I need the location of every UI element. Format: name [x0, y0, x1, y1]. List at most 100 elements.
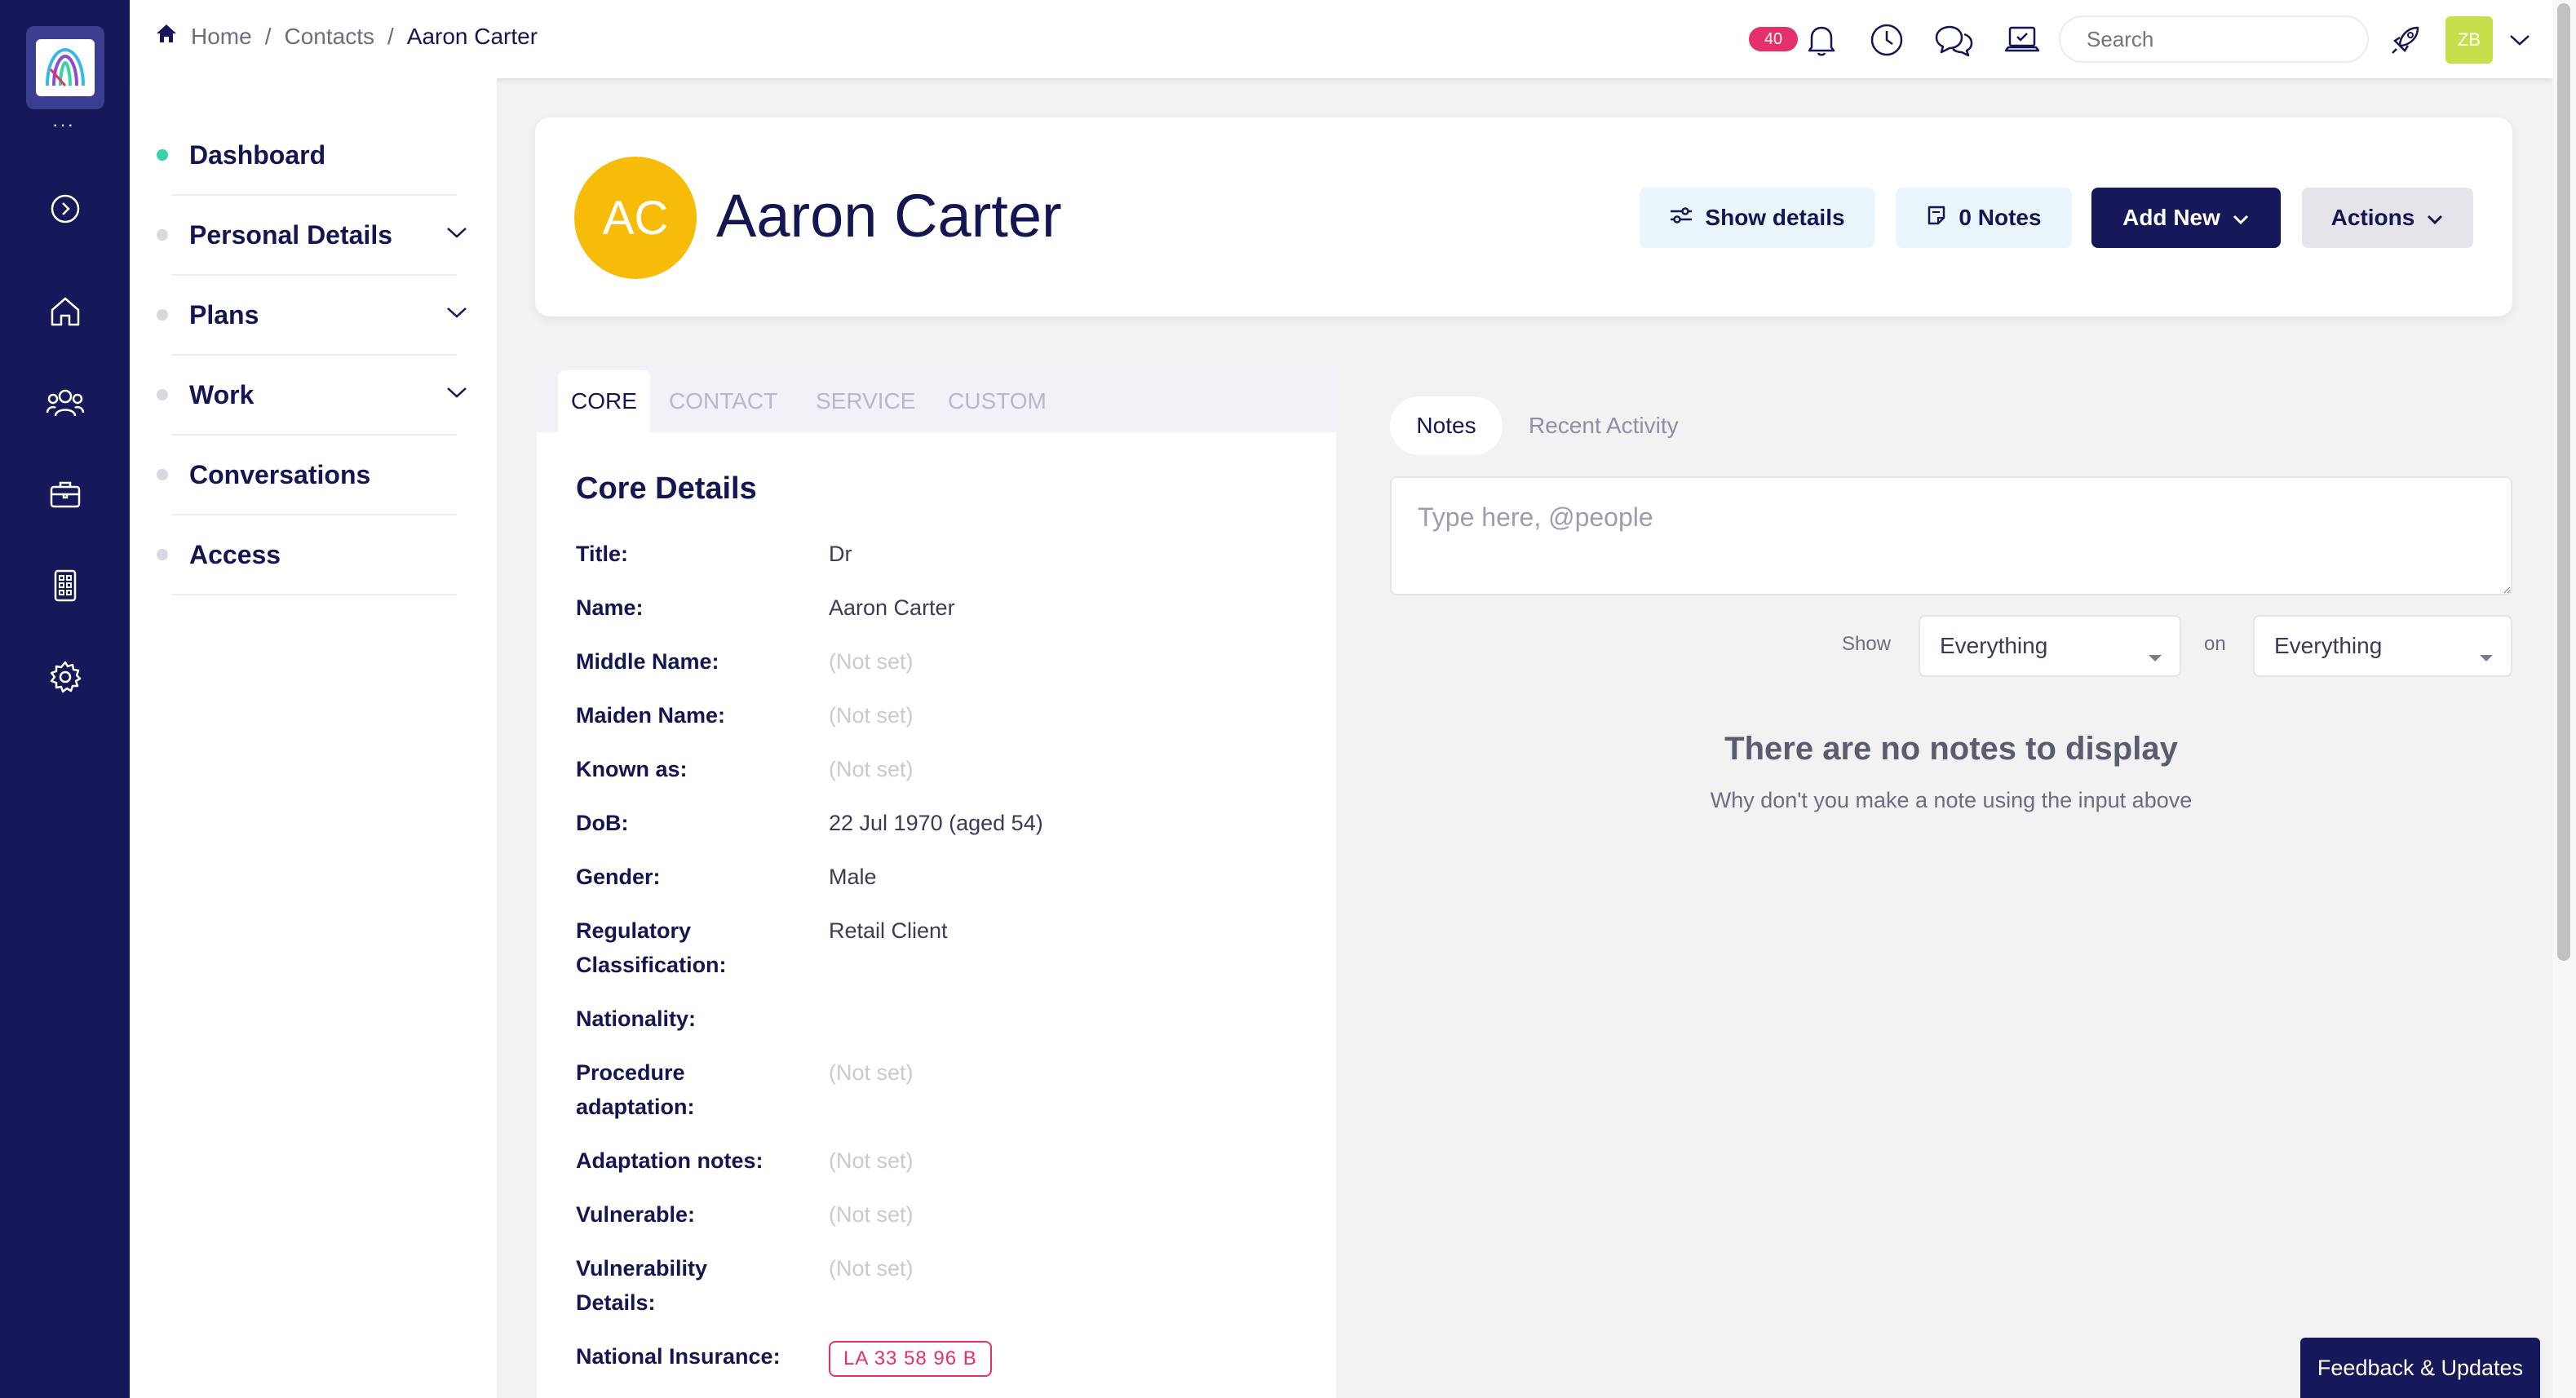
- sidebar-item-plans[interactable]: Plans: [157, 276, 467, 356]
- field-value: (Not set): [829, 1202, 914, 1227]
- tab-custom[interactable]: CUSTOM: [935, 370, 1060, 432]
- sidebar-item-personal-details[interactable]: Personal Details: [157, 196, 467, 276]
- field-label: Name:: [576, 595, 644, 620]
- field-label: Title:: [576, 542, 629, 566]
- tab-contact[interactable]: CONTACT: [656, 370, 790, 432]
- sidebar-item-conversations[interactable]: Conversations: [157, 436, 457, 515]
- field-value: (Not set): [829, 1148, 914, 1173]
- sidebar-item-dashboard[interactable]: Dashboard: [157, 116, 457, 196]
- add-new-button[interactable]: Add New: [2091, 188, 2281, 248]
- sidebar-item-label: Personal Details: [189, 219, 392, 250]
- actions-label: Actions: [2330, 205, 2415, 230]
- chevron-down-icon: [2232, 205, 2250, 231]
- field-label: Vulnerable:: [576, 1202, 696, 1227]
- chat-icon[interactable]: [1933, 20, 1974, 60]
- sidebar-item-label: Conversations: [189, 459, 371, 489]
- search-input[interactable]: [2059, 15, 2369, 63]
- show-details-button[interactable]: Show details: [1640, 188, 1874, 248]
- field-value: (Not set): [829, 1060, 914, 1085]
- tab-recent-activity[interactable]: Recent Activity: [1529, 396, 1679, 455]
- tab-service[interactable]: SERVICE: [803, 370, 928, 432]
- field-label: Adaptation notes:: [576, 1148, 764, 1173]
- empty-state-title: There are no notes to display: [1724, 731, 2178, 767]
- active-dot: [157, 149, 168, 161]
- notes-count-label: 0 Notes: [1959, 205, 2042, 230]
- field-value: Retail Client: [829, 918, 948, 943]
- on-filter-value: Everything: [2274, 633, 2383, 658]
- field-label: Middle Name:: [576, 649, 719, 674]
- sidebar-item-label: Work: [189, 379, 255, 409]
- app-logo-icon[interactable]: [36, 39, 95, 96]
- chevron-down-icon[interactable]: [2499, 20, 2540, 60]
- on-filter-select[interactable]: Everything: [2253, 615, 2512, 677]
- people-icon[interactable]: [42, 380, 88, 426]
- field-value: Dr: [829, 542, 852, 566]
- show-filter-label: Show: [1842, 633, 1892, 655]
- field-label: Maiden Name:: [576, 703, 726, 728]
- sidebar-item-label: Plans: [189, 299, 259, 330]
- sidebar-item-label: Dashboard: [189, 139, 326, 170]
- field-value: (Not set): [829, 757, 914, 781]
- calculator-icon[interactable]: [42, 563, 88, 608]
- bell-icon[interactable]: [1801, 20, 1842, 60]
- scrollbar-thumb[interactable]: [2557, 3, 2570, 961]
- briefcase-icon[interactable]: [42, 471, 88, 517]
- field-label: Known as:: [576, 757, 688, 781]
- laptop-check-icon[interactable]: [2002, 20, 2043, 60]
- notes-button[interactable]: 0 Notes: [1896, 188, 2072, 248]
- home-icon[interactable]: [42, 289, 88, 334]
- nav-dot: [157, 229, 168, 241]
- caret-down-icon: [2147, 643, 2163, 669]
- note-icon: [1926, 205, 1947, 232]
- field-value: 22 Jul 1970 (aged 54): [829, 811, 1043, 835]
- breadcrumb-separator: /: [264, 23, 272, 49]
- nav-dot: [157, 389, 168, 400]
- section-title: Core Details: [576, 471, 757, 506]
- breadcrumb-contacts[interactable]: Contacts: [284, 24, 374, 50]
- breadcrumb-current: Aaron Carter: [406, 23, 538, 49]
- chevron-down-icon[interactable]: [445, 305, 468, 324]
- nav-dot: [157, 469, 168, 480]
- field-value: (Not set): [829, 649, 914, 674]
- field-label: Gender:: [576, 865, 661, 889]
- show-filter-value: Everything: [1940, 633, 2048, 658]
- sidebar-item-work[interactable]: Work: [157, 356, 467, 436]
- add-new-label: Add New: [2122, 205, 2220, 230]
- nav-dot: [157, 309, 168, 321]
- expand-icon[interactable]: [42, 186, 88, 232]
- home-icon[interactable]: [155, 23, 178, 50]
- nav-dot: [157, 549, 168, 560]
- chevron-down-icon[interactable]: [445, 385, 468, 404]
- show-details-label: Show details: [1705, 205, 1845, 230]
- field-label: Vulnerability Details:: [576, 1256, 708, 1315]
- sidebar-item-access[interactable]: Access: [157, 515, 457, 595]
- tab-core[interactable]: CORE: [558, 370, 650, 432]
- actions-button[interactable]: Actions: [2302, 188, 2473, 248]
- tab-notes[interactable]: Notes: [1390, 396, 1503, 455]
- caret-down-icon: [2478, 643, 2494, 669]
- user-avatar[interactable]: ZB: [2445, 16, 2493, 64]
- more-dots[interactable]: ···: [52, 114, 75, 135]
- rocket-icon[interactable]: [2385, 20, 2426, 60]
- field-label: Regulatory Classification:: [576, 918, 727, 977]
- contact-name: Aaron Carter: [716, 182, 1062, 250]
- notification-count-badge[interactable]: 40: [1749, 27, 1798, 51]
- chevron-down-icon[interactable]: [445, 225, 468, 244]
- field-value: Male: [829, 865, 877, 889]
- on-filter-label: on: [2204, 633, 2226, 655]
- breadcrumb-home[interactable]: Home: [191, 24, 252, 50]
- field-value: (Not set): [829, 703, 914, 728]
- empty-state-subtitle: Why don't you make a note using the inpu…: [1710, 788, 2193, 812]
- field-label: Procedure adaptation:: [576, 1060, 695, 1119]
- settings-icon[interactable]: [42, 654, 88, 700]
- field-value: Aaron Carter: [829, 595, 955, 620]
- field-label: National Insurance:: [576, 1344, 781, 1369]
- show-filter-select[interactable]: Everything: [1919, 615, 2181, 677]
- field-label: DoB:: [576, 811, 629, 835]
- breadcrumb-separator: /: [387, 23, 394, 49]
- sliders-icon: [1669, 205, 1693, 231]
- clock-icon[interactable]: [1866, 20, 1907, 60]
- field-value: (Not set): [829, 1256, 914, 1281]
- feedback-button[interactable]: Feedback & Updates: [2300, 1338, 2540, 1398]
- note-input[interactable]: [1390, 476, 2512, 595]
